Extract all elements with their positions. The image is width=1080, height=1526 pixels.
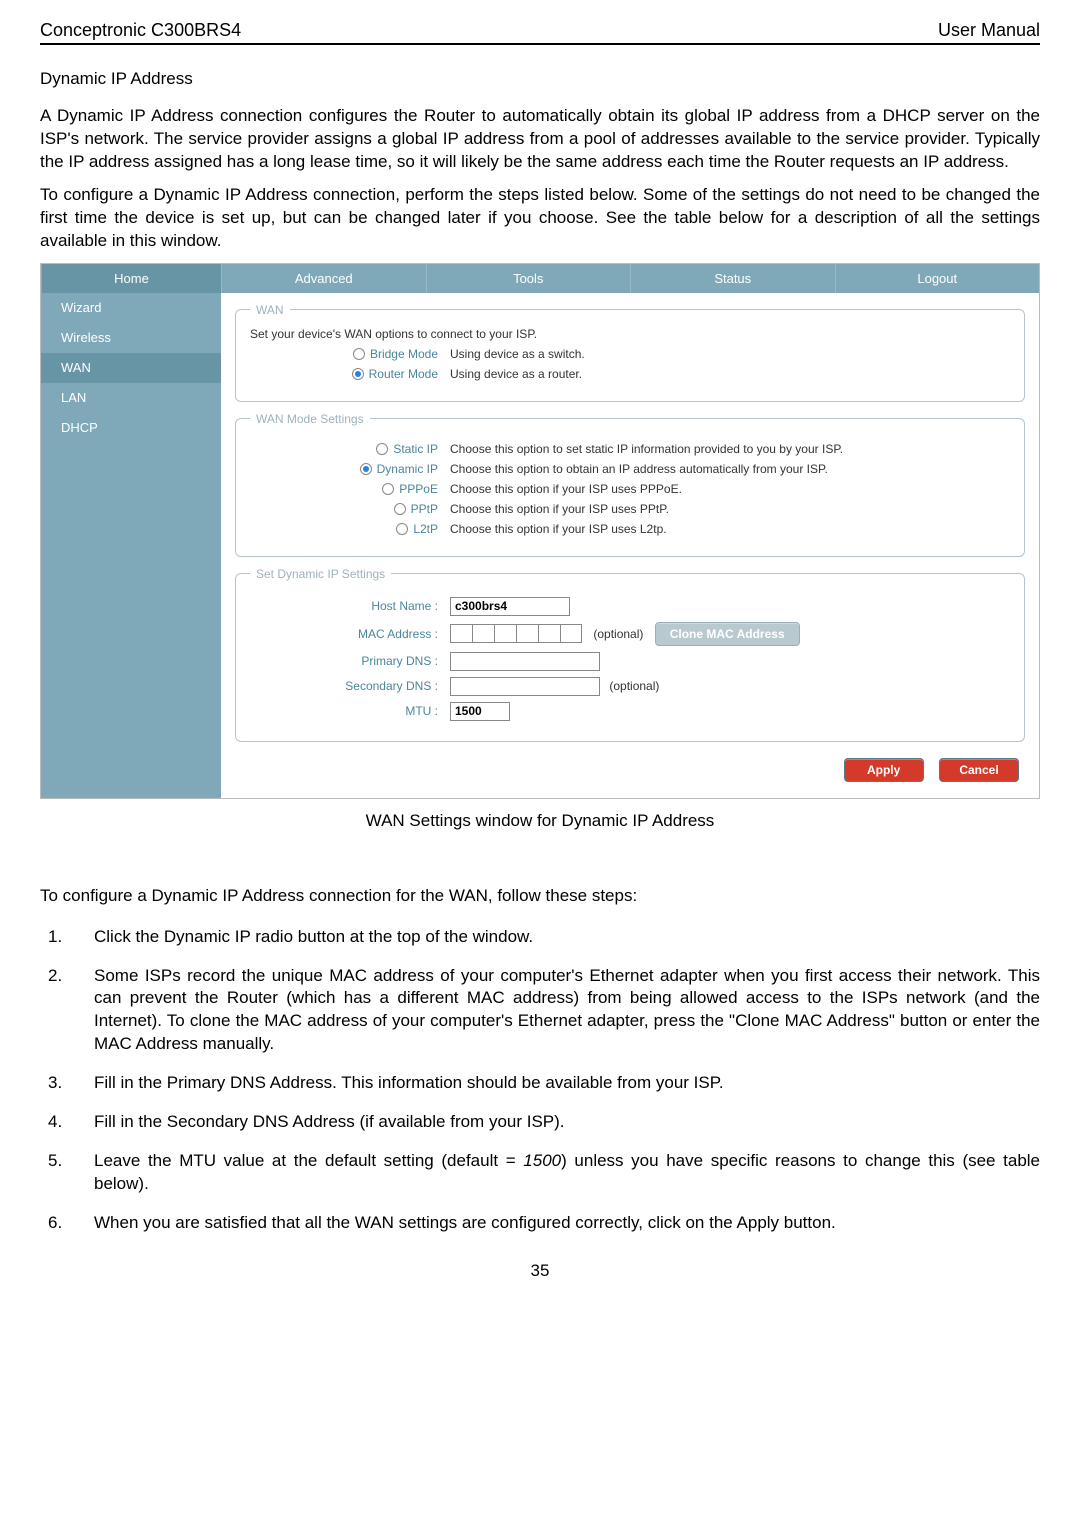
page-number: 35 <box>40 1261 1040 1281</box>
wan-mode-legend: WAN Mode Settings <box>250 412 370 426</box>
tab-logout[interactable]: Logout <box>835 264 1040 293</box>
mac-input-group[interactable] <box>450 624 582 643</box>
mtu-label: MTU : <box>250 704 450 718</box>
pptp-radio[interactable] <box>394 503 406 515</box>
mac-optional: (optional) <box>593 627 643 641</box>
bridge-label: Bridge Mode <box>370 347 438 361</box>
apply-button[interactable]: Apply <box>844 758 924 782</box>
tab-status[interactable]: Status <box>630 264 835 293</box>
router-screenshot: Home Wizard Wireless WAN LAN DHCP Advanc… <box>40 263 1040 799</box>
dynamic-radio[interactable] <box>360 463 372 475</box>
static-desc: Choose this option to set static IP info… <box>450 442 1010 456</box>
l2tp-label: L2tP <box>413 522 438 536</box>
tab-advanced[interactable]: Advanced <box>221 264 426 293</box>
step-num: 5. <box>48 1150 94 1196</box>
wan-mode-fieldset: WAN Mode Settings Static IP Choose this … <box>235 412 1025 557</box>
wan-fieldset: WAN Set your device's WAN options to con… <box>235 303 1025 402</box>
step-text: Some ISPs record the unique MAC address … <box>94 965 1040 1057</box>
secondary-dns-optional: (optional) <box>609 679 659 693</box>
clone-mac-button[interactable]: Clone MAC Address <box>655 622 800 646</box>
dynamic-label: Dynamic IP <box>377 462 438 476</box>
step-num: 6. <box>48 1212 94 1235</box>
router-label: Router Mode <box>369 367 438 381</box>
pppoe-desc: Choose this option if your ISP uses PPPo… <box>450 482 1010 496</box>
dynamic-settings-fieldset: Set Dynamic IP Settings Host Name : MAC … <box>235 567 1025 742</box>
step-text: When you are satisfied that all the WAN … <box>94 1212 1040 1235</box>
step-text: Leave the MTU value at the default setti… <box>94 1150 1040 1196</box>
static-radio[interactable] <box>376 443 388 455</box>
secondary-dns-input[interactable] <box>450 677 600 696</box>
l2tp-desc: Choose this option if your ISP uses L2tp… <box>450 522 1010 536</box>
wan-intro: Set your device's WAN options to connect… <box>250 327 1010 341</box>
host-input[interactable] <box>450 597 570 616</box>
dynamic-desc: Choose this option to obtain an IP addre… <box>450 462 1010 476</box>
mac-label: MAC Address : <box>250 627 450 641</box>
host-label: Host Name : <box>250 599 450 613</box>
mtu-input[interactable] <box>450 702 510 721</box>
step-text: Click the Dynamic IP radio button at the… <box>94 926 1040 949</box>
doc-type: User Manual <box>938 20 1040 41</box>
pppoe-radio[interactable] <box>382 483 394 495</box>
doc-model: Conceptronic C300BRS4 <box>40 20 241 41</box>
tab-tools[interactable]: Tools <box>426 264 631 293</box>
l2tp-radio[interactable] <box>396 523 408 535</box>
step-num: 1. <box>48 926 94 949</box>
pptp-desc: Choose this option if your ISP uses PPtP… <box>450 502 1010 516</box>
primary-dns-label: Primary DNS : <box>250 654 450 668</box>
router-desc: Using device as a router. <box>450 367 1010 381</box>
wan-legend: WAN <box>250 303 290 317</box>
primary-dns-input[interactable] <box>450 652 600 671</box>
sidebar-item-wizard[interactable]: Wizard <box>41 293 221 323</box>
steps-list: 1.Click the Dynamic IP radio button at t… <box>40 926 1040 1235</box>
step-text: Fill in the Primary DNS Address. This in… <box>94 1072 1040 1095</box>
step-num: 4. <box>48 1111 94 1134</box>
paragraph-1: A Dynamic IP Address connection configur… <box>40 105 1040 174</box>
steps-intro: To configure a Dynamic IP Address connec… <box>40 885 1040 908</box>
bridge-desc: Using device as a switch. <box>450 347 1010 361</box>
sidebar-item-wan[interactable]: WAN <box>41 353 221 383</box>
sidebar-item-dhcp[interactable]: DHCP <box>41 413 221 443</box>
router-radio[interactable] <box>352 368 364 380</box>
figure-caption: WAN Settings window for Dynamic IP Addre… <box>40 811 1040 831</box>
sidebar-item-lan[interactable]: LAN <box>41 383 221 413</box>
pppoe-label: PPPoE <box>399 482 438 496</box>
step-text: Fill in the Secondary DNS Address (if av… <box>94 1111 1040 1134</box>
pptp-label: PPtP <box>411 502 438 516</box>
secondary-dns-label: Secondary DNS : <box>250 679 450 693</box>
sidebar: Home Wizard Wireless WAN LAN DHCP <box>41 264 221 798</box>
sidebar-item-wireless[interactable]: Wireless <box>41 323 221 353</box>
static-label: Static IP <box>393 442 438 456</box>
cancel-button[interactable]: Cancel <box>939 758 1019 782</box>
bridge-radio[interactable] <box>353 348 365 360</box>
step-num: 2. <box>48 965 94 1057</box>
step-num: 3. <box>48 1072 94 1095</box>
dynamic-settings-legend: Set Dynamic IP Settings <box>250 567 391 581</box>
tab-home[interactable]: Home <box>41 264 221 293</box>
section-title: Dynamic IP Address <box>40 69 1040 89</box>
paragraph-2: To configure a Dynamic IP Address connec… <box>40 184 1040 253</box>
